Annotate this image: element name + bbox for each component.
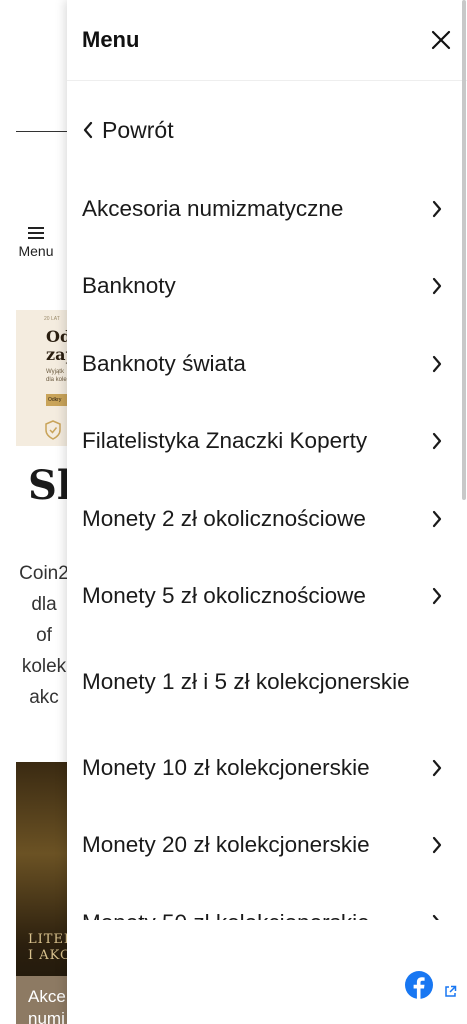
hamburger-icon <box>28 227 44 239</box>
menu-item[interactable]: Monety 20 zł kolekcjonerskie <box>67 807 467 885</box>
chevron-right-icon <box>432 914 440 920</box>
paragraph-line: Coin2 <box>19 563 69 584</box>
menu-item[interactable]: Akcesoria numizmatyczne <box>67 170 467 248</box>
menu-item-label: Filatelistyka Znaczki Koperty <box>82 428 368 454</box>
menu-drawer: Menu Powrót Akcesoria numizmatyczne Bank… <box>67 0 467 1024</box>
shield-icon <box>45 420 61 440</box>
chevron-right-icon <box>432 837 442 854</box>
category-list: Akcesoria numizmatyczne Banknoty Banknot… <box>67 170 467 920</box>
menu-item-label: Monety 5 zł okolicznościowe <box>82 583 366 609</box>
paragraph-line: of <box>36 625 52 646</box>
paragraph-line: akc <box>29 687 59 708</box>
chevron-right-icon <box>432 433 442 450</box>
chevron-left-icon <box>83 121 93 139</box>
paragraph-line: dla <box>31 594 57 615</box>
divider <box>16 131 68 132</box>
menu-item-label: Banknoty <box>82 273 176 299</box>
card-image-text: LITER I AKC <box>28 932 68 963</box>
chevron-right-icon <box>432 759 442 776</box>
chevron-right-icon <box>432 588 442 605</box>
chevron-right-icon <box>432 510 442 527</box>
facebook-icon[interactable] <box>405 971 433 999</box>
external-link-icon <box>445 985 457 997</box>
intro-paragraph: Coin2 dla of kolek akc <box>14 558 74 713</box>
drawer-title: Menu <box>82 27 140 52</box>
menu-item[interactable]: Monety 2 zł okolicznościowe <box>67 480 467 558</box>
chevron-right-icon <box>432 278 442 295</box>
banner-title: Od zap <box>46 327 68 364</box>
menu-toggle-button[interactable]: Menu <box>14 224 58 261</box>
menu-item-label: Akcesoria numizmatyczne <box>82 195 344 221</box>
back-label: Powrót <box>102 116 174 143</box>
menu-item-label: Monety 20 zł kolekcjonerskie <box>82 832 370 858</box>
promo-banner[interactable]: 20 LAT Od zap Wyjątk dla kolek Odkry <box>16 310 68 446</box>
menu-toggle-label: Menu <box>18 243 54 259</box>
scrollbar[interactable] <box>462 0 466 500</box>
menu-item[interactable]: Filatelistyka Znaczki Koperty <box>67 403 467 481</box>
menu-item[interactable]: Monety 5 zł okolicznościowe <box>67 558 467 636</box>
banner-small-text: 20 LAT <box>44 316 60 322</box>
chevron-right-icon <box>432 200 442 217</box>
back-button[interactable]: Powrót <box>82 114 174 146</box>
menu-item-label: Monety 50 zł kolekcjonerskie <box>82 910 422 920</box>
menu-item[interactable]: Monety 1 zł i 5 zł kolekcjonerskie <box>67 635 467 729</box>
menu-item-label: Monety 1 zł i 5 zł kolekcjonerskie <box>82 669 410 694</box>
paragraph-line: kolek <box>21 656 67 677</box>
menu-item[interactable]: Banknoty <box>67 248 467 326</box>
menu-item-label: Banknoty świata <box>82 350 246 376</box>
card-caption-bar: Akce numi <box>16 976 68 1024</box>
menu-item[interactable]: Monety 10 zł kolekcjonerskie <box>67 729 467 807</box>
chevron-right-icon <box>432 355 442 372</box>
drawer-header: Menu <box>67 0 467 81</box>
menu-item-label: Monety 10 zł kolekcjonerskie <box>82 754 370 780</box>
menu-item[interactable]: Banknoty świata <box>67 325 467 403</box>
banner-button[interactable]: Odkry <box>46 394 68 406</box>
close-icon[interactable] <box>427 26 455 54</box>
card-caption: Akce numi <box>28 987 66 1024</box>
category-card[interactable]: LITER I AKC Akce numi <box>16 762 68 1024</box>
banner-text: Wyjątk dla kolek <box>46 369 68 383</box>
menu-item[interactable]: Monety 50 zł kolekcjonerskie <box>67 884 467 920</box>
menu-item-label: Monety 2 zł okolicznościowe <box>82 505 366 531</box>
